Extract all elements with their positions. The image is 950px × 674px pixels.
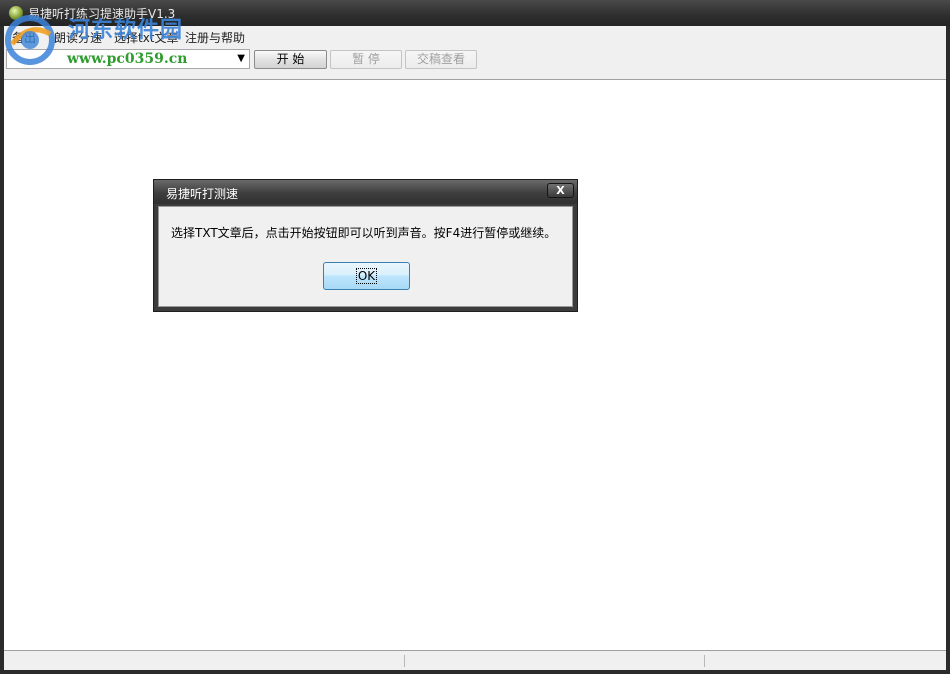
dialog-title: 易捷听打测速 <box>166 187 239 201</box>
dialog-body: 选择TXT文章后，点击开始按钮即可以听到声音。按F4进行暂停或继续。 OK <box>158 206 573 307</box>
close-icon: X <box>556 184 565 197</box>
chevron-down-icon[interactable]: ▼ <box>237 53 245 64</box>
client-area: 备出 朗读分速 选择txt文章 注册与帮助 www.pc0359.cn ▼ 开 … <box>4 26 946 670</box>
dialog-message: 选择TXT文章后，点击开始按钮即可以听到声音。按F4进行暂停或继续。 <box>171 226 557 240</box>
status-bar <box>4 652 946 670</box>
dialog-title-bar[interactable]: 易捷听打测速 X <box>154 180 577 204</box>
info-dialog: 易捷听打测速 X 选择TXT文章后，点击开始按钮即可以听到声音。按F4进行暂停或… <box>153 179 578 312</box>
main-window: 易捷听打练习提速助手V1.3 备出 朗读分速 选择txt文章 注册与帮助 www… <box>0 0 950 674</box>
dialog-close-button[interactable]: X <box>547 183 574 198</box>
watermark-logo <box>5 15 55 65</box>
typing-area[interactable] <box>4 79 946 651</box>
submit-view-button[interactable]: 交稿查看 <box>405 50 477 69</box>
menu-item-register-help[interactable]: 注册与帮助 <box>185 29 245 46</box>
article-select-value: www.pc0359.cn <box>67 51 188 67</box>
toolbar: www.pc0359.cn ▼ 开 始 暂 停 交稿查看 <box>4 47 946 75</box>
ok-button[interactable]: OK <box>323 262 410 290</box>
watermark-brand-text: 河东软件园 <box>68 18 184 43</box>
status-divider <box>404 655 405 667</box>
ok-button-label: OK <box>355 268 378 284</box>
start-button[interactable]: 开 始 <box>254 50 327 69</box>
pause-button[interactable]: 暂 停 <box>330 50 402 69</box>
status-divider <box>704 655 705 667</box>
